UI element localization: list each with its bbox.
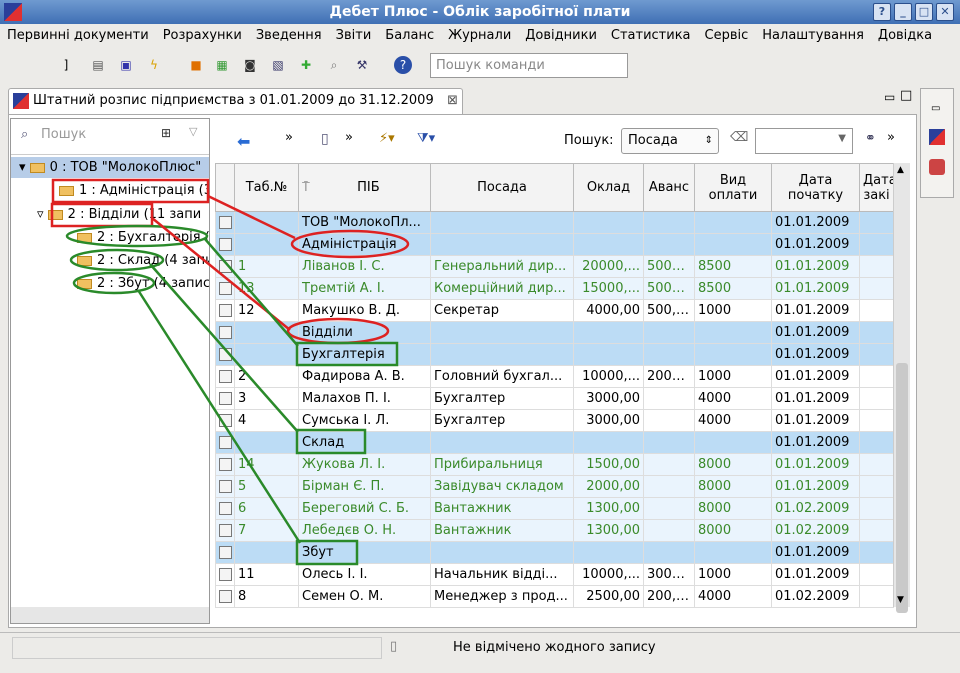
status-bar: ▯ Не відмічено жодного запису	[0, 632, 960, 662]
annotation-overlay	[50, 178, 410, 566]
status-text: Не відмічено жодного запису	[453, 640, 656, 655]
selection-icon: ▯	[390, 639, 398, 654]
status-field	[12, 637, 382, 659]
